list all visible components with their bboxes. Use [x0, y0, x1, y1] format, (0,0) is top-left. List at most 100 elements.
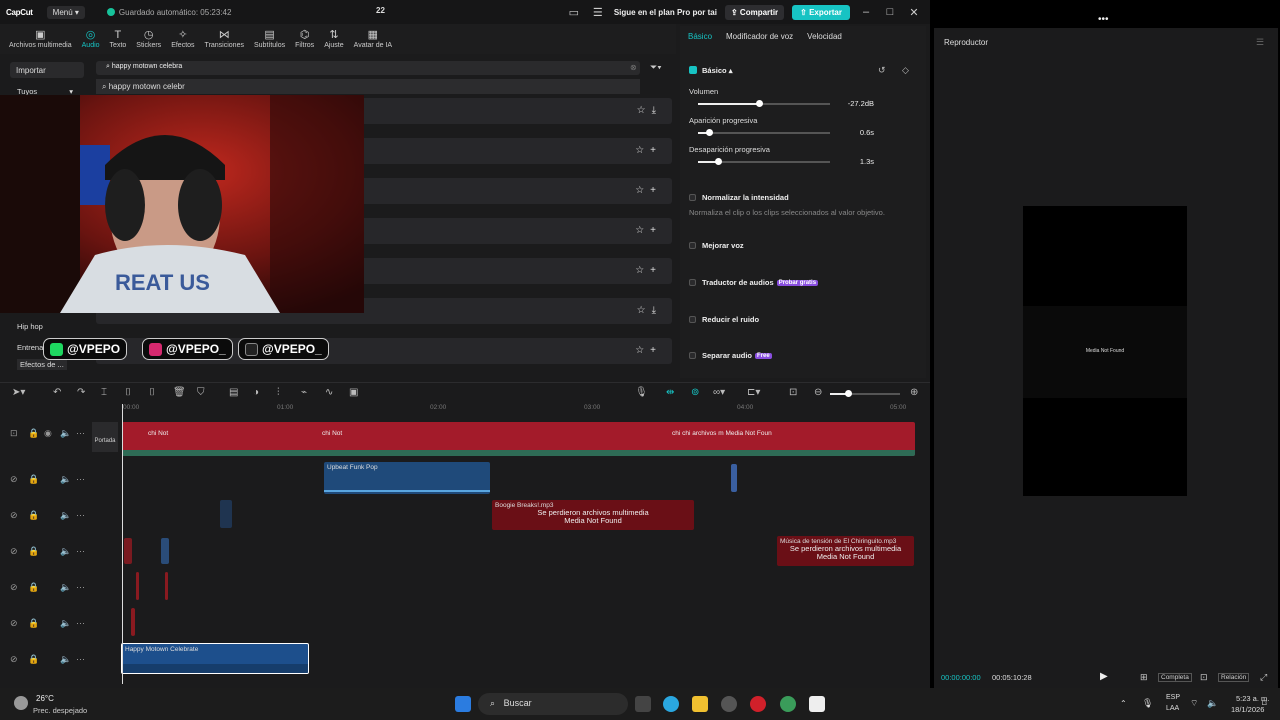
layout-icon[interactable]: ▭: [566, 6, 582, 19]
shield-icon[interactable]: ⛉: [197, 387, 205, 398]
sidebar-item-efectos[interactable]: Efectos de ...: [17, 359, 67, 370]
clock-date[interactable]: 18/1/2026: [1231, 705, 1264, 714]
clear-icon[interactable]: ⊗: [630, 63, 637, 72]
shortcuts-icon[interactable]: ☰: [590, 6, 606, 19]
fit-icon[interactable]: ⊡: [789, 387, 797, 398]
track-toggle-icon[interactable]: ⊘: [10, 618, 18, 629]
audio-clip-tiny[interactable]: [165, 572, 168, 600]
favorite-add-icons[interactable]: ☆+: [635, 185, 662, 196]
track-toggle-icon[interactable]: ⊘: [10, 654, 18, 665]
track-toggle-icon[interactable]: ⊘: [10, 474, 18, 485]
minimize-icon[interactable]: –: [858, 6, 874, 18]
tool-media[interactable]: ▣ Archivos multimedia: [6, 30, 75, 54]
search-input[interactable]: ⌕ happy motown celebra: [96, 61, 640, 75]
microphone-icon[interactable]: 🎙: [1142, 698, 1153, 709]
fadeout-value[interactable]: 1.3s: [860, 157, 874, 166]
fadein-value[interactable]: 0.6s: [860, 128, 874, 137]
capcut-taskbar-icon[interactable]: [809, 696, 825, 712]
linkage-icon[interactable]: ∞▾: [713, 387, 725, 398]
favorite-download-icons[interactable]: ☆⤓: [637, 105, 662, 116]
more-icon[interactable]: •••: [1098, 14, 1109, 25]
weather-desc[interactable]: Prec. despejado: [33, 706, 87, 715]
play-icon[interactable]: ▶: [1100, 671, 1108, 682]
separate-checkbox[interactable]: [689, 352, 696, 359]
tool-filters[interactable]: ⌬ Filtros: [292, 30, 317, 54]
slider-knob[interactable]: [755, 100, 763, 107]
tab-basic[interactable]: Básico: [688, 32, 712, 41]
lock-icon[interactable]: 🔒: [28, 654, 39, 665]
snap-icon[interactable]: ⊚: [691, 387, 699, 398]
audio-clip-happy-motown[interactable]: Happy Motown Celebrate: [121, 643, 309, 674]
more-icon[interactable]: ⋯: [76, 582, 85, 593]
pro-plan-link[interactable]: Sigue en el plan Pro por tai: [614, 8, 717, 17]
lock-icon[interactable]: 🔒: [28, 428, 39, 439]
favorite-add-icons[interactable]: ☆+: [635, 225, 662, 236]
delete-icon[interactable]: 🗑: [173, 387, 186, 398]
tool-transitions[interactable]: ⋈ Transiciones: [202, 30, 247, 54]
tab-speed[interactable]: Velocidad: [807, 32, 842, 41]
zoom-knob[interactable]: [845, 390, 852, 397]
speaker-icon[interactable]: 🔈: [60, 546, 71, 557]
volume-value[interactable]: -27.2dB: [848, 99, 874, 108]
zoom-out-icon[interactable]: ⊖: [814, 387, 822, 398]
track-toggle-icon[interactable]: ⊘: [10, 546, 18, 557]
menu-button[interactable]: Menú ▾: [46, 5, 85, 19]
slider-knob[interactable]: [714, 158, 722, 165]
clip-icon[interactable]: ▤: [229, 387, 238, 398]
ratio-button[interactable]: Relación: [1218, 673, 1250, 682]
basic-checkbox[interactable]: [689, 66, 697, 74]
fullscreen-icon[interactable]: ⤢: [1260, 672, 1267, 683]
cover-button[interactable]: Portada: [92, 422, 118, 452]
telegram-icon[interactable]: [663, 696, 679, 712]
weather-temp[interactable]: 26°C: [36, 694, 54, 703]
menu-icon[interactable]: ☰: [1256, 37, 1264, 48]
keyframe-icon[interactable]: ◇: [902, 65, 909, 76]
thumbnail-icon[interactable]: ▣: [349, 387, 358, 398]
lang-top[interactable]: ESP: [1166, 694, 1180, 701]
project-name[interactable]: 22: [376, 6, 385, 15]
taskbar-search[interactable]: ⌕ Buscar: [478, 693, 628, 715]
lock-icon[interactable]: 🔒: [28, 474, 39, 485]
preview-axis-icon[interactable]: ⊏▾: [747, 387, 760, 398]
sidebar-item-hiphop[interactable]: Hip hop: [17, 322, 43, 331]
speaker-icon[interactable]: 🔈: [60, 428, 71, 439]
audio-clip-tiny[interactable]: [136, 572, 139, 600]
fadeout-slider[interactable]: [698, 158, 830, 165]
link-icon[interactable]: ⇹: [666, 387, 674, 398]
audio-clip-tiny[interactable]: [131, 608, 135, 636]
lock-icon[interactable]: 🔒: [28, 582, 39, 593]
tool-audio[interactable]: ◎ Audio: [79, 30, 103, 54]
fadein-slider[interactable]: [698, 129, 830, 136]
tool-subtitles[interactable]: ▤ Subtítulos: [251, 30, 288, 54]
file-explorer-icon[interactable]: [692, 696, 708, 712]
notification-icon[interactable]: ⌑: [1262, 698, 1267, 709]
tool-effects[interactable]: ✧ Efectos: [168, 30, 197, 54]
microphone-icon[interactable]: 🎙: [635, 387, 648, 398]
section-basic[interactable]: Básico ▴: [702, 66, 732, 75]
audio-clip-tiny[interactable]: [220, 500, 232, 528]
more-icon[interactable]: ⋯: [76, 618, 85, 629]
favorite-add-icons[interactable]: ☆+: [635, 145, 662, 156]
normalize-checkbox[interactable]: [689, 194, 696, 201]
wifi-icon[interactable]: ⌔: [1190, 698, 1198, 709]
speaker-icon[interactable]: 🔈: [60, 510, 71, 521]
playhead[interactable]: [122, 404, 123, 684]
lock-icon[interactable]: 🔒: [28, 510, 39, 521]
translate-checkbox[interactable]: [689, 279, 696, 286]
favorite-download-icons[interactable]: ☆⤓: [637, 305, 662, 316]
split-left-icon[interactable]: ⌷: [125, 387, 131, 398]
more-icon[interactable]: ⋯: [76, 428, 85, 439]
share-button[interactable]: ⇪ Compartir: [724, 4, 785, 20]
chevron-up-icon[interactable]: ⌃: [1120, 699, 1127, 708]
sidebar-item-entret[interactable]: Entrena: [17, 343, 43, 352]
speaker-icon[interactable]: 🔈: [60, 654, 71, 665]
undo-icon[interactable]: ↶: [53, 387, 61, 398]
split-right-icon[interactable]: ⌷: [149, 387, 155, 398]
audio-clip-funk[interactable]: Upbeat Funk Pop: [324, 462, 490, 494]
snapshot-icon[interactable]: ⊡: [1200, 672, 1208, 683]
maximize-icon[interactable]: □: [882, 6, 898, 18]
more-icon[interactable]: ⋯: [76, 510, 85, 521]
noise-checkbox[interactable]: [689, 316, 696, 323]
speaker-icon[interactable]: 🔈: [60, 474, 71, 485]
redo-icon[interactable]: ↷: [77, 387, 85, 398]
